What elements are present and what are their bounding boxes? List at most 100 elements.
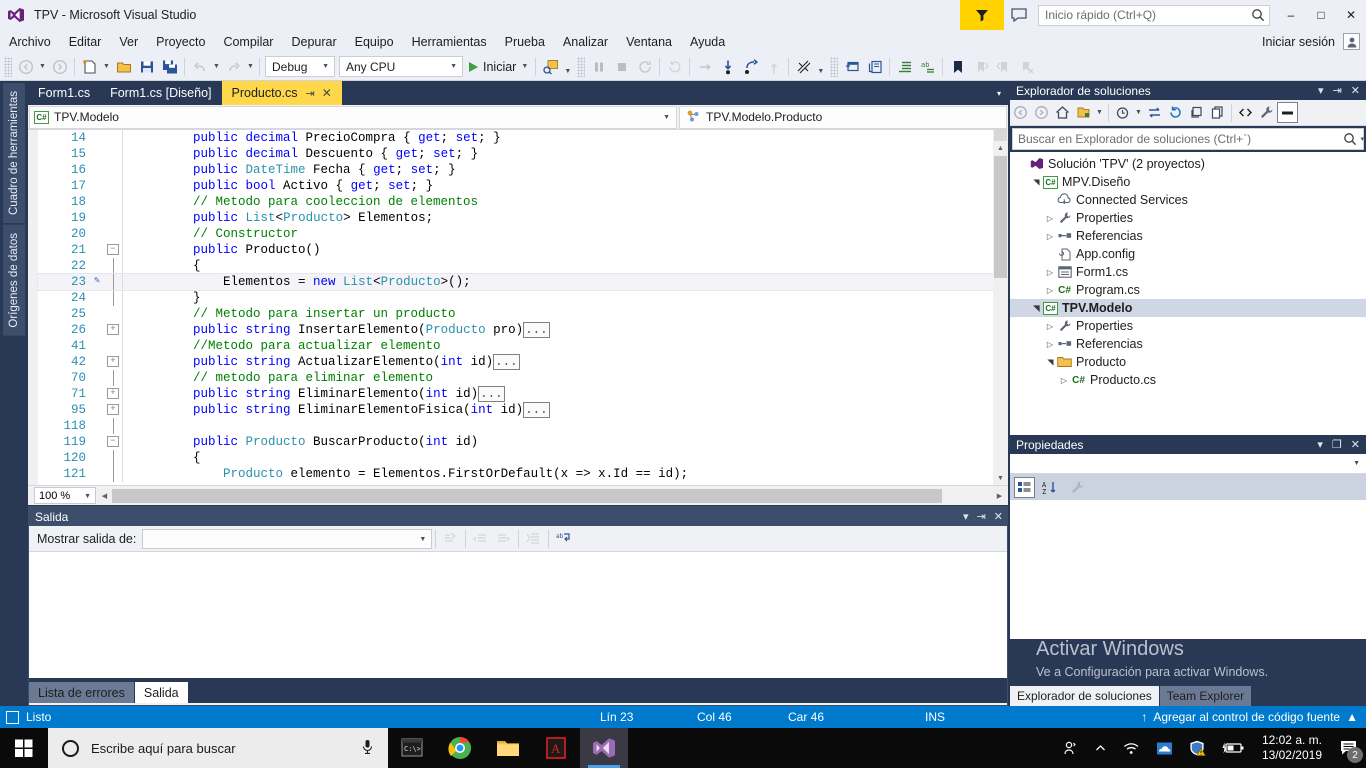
- type-combo[interactable]: TPV.Modelo.Producto: [679, 105, 1007, 129]
- step-into-icon[interactable]: [716, 56, 739, 78]
- quick-launch-input[interactable]: Inicio rápido (Ctrl+Q): [1038, 4, 1270, 26]
- code-line-row[interactable]: 17 public bool Activo { get; set; }: [38, 178, 1008, 194]
- code-line-row[interactable]: 121 Producto elemento = Elementos.FirstO…: [38, 466, 1008, 482]
- code-line-row[interactable]: 95 + public string EliminarElementoFisica…: [38, 402, 1008, 418]
- sidebar-tab-data-sources[interactable]: Orígenes de datos: [3, 225, 25, 336]
- splitter-handle[interactable]: [994, 130, 1007, 141]
- maximize-button[interactable]: □: [1306, 0, 1336, 30]
- pin-icon[interactable]: ⇥: [1333, 84, 1342, 97]
- pin-icon[interactable]: ⇥: [977, 510, 986, 523]
- tab-salida[interactable]: Salida: [134, 682, 188, 703]
- fold-toggle-icon[interactable]: +: [104, 386, 122, 402]
- code-text-line[interactable]: //Metodo para actualizar elemento: [123, 338, 1008, 354]
- code-editor[interactable]: 14 public decimal PrecioCompra { get; se…: [28, 130, 1008, 485]
- clear-all-icon[interactable]: [522, 528, 545, 550]
- close-icon[interactable]: ✕: [322, 86, 332, 100]
- close-button[interactable]: ✕: [1336, 0, 1366, 30]
- code-text-line[interactable]: public decimal PrecioCompra { get; set; …: [123, 130, 1008, 146]
- avatar[interactable]: [1343, 33, 1360, 50]
- code-text-line[interactable]: // Metodo para cooleccion de elementos: [123, 194, 1008, 210]
- new-window-icon[interactable]: [840, 56, 863, 78]
- taskbar-app-adobe-reader-icon[interactable]: A: [532, 728, 580, 768]
- code-text[interactable]: 14 public decimal PrecioCompra { get; se…: [37, 130, 1008, 485]
- taskbar-app-command-prompt-icon[interactable]: C:\>: [388, 728, 436, 768]
- undo-icon[interactable]: [188, 56, 211, 78]
- tree-item-referencias[interactable]: ▷ Referencias: [1010, 227, 1366, 245]
- collapsed-block[interactable]: ...: [523, 322, 550, 338]
- platform-combo[interactable]: Any CPU ▼: [339, 56, 463, 77]
- feedback-icon[interactable]: [1004, 0, 1034, 30]
- code-line-row[interactable]: 22 {: [38, 258, 1008, 274]
- code-text-line[interactable]: public List<Producto> Elementos;: [123, 210, 1008, 226]
- code-line-row[interactable]: 71 + public string EliminarElemento(int i…: [38, 386, 1008, 402]
- code-text-line[interactable]: public string EliminarElemento(int id)..…: [123, 386, 1008, 402]
- tree-item-producto[interactable]: ◢ Producto: [1010, 353, 1366, 371]
- expand-arrow-icon[interactable]: ▷: [1044, 268, 1056, 277]
- code-line-row[interactable]: 19 public List<Producto> Elementos;: [38, 210, 1008, 226]
- code-view-icon[interactable]: [1235, 102, 1256, 123]
- collapse-arrow-icon[interactable]: ◢: [1032, 176, 1041, 188]
- tree-item-soluci-n-tpv-2-proyectos[interactable]: Solución 'TPV' (2 proyectos): [1010, 155, 1366, 173]
- intellitrace-icon[interactable]: [792, 56, 815, 78]
- bookmark-icon[interactable]: [946, 56, 969, 78]
- scroll-down-icon[interactable]: ▼: [994, 472, 1007, 485]
- attach-to-process-icon[interactable]: [539, 56, 562, 78]
- menu-item-depurar[interactable]: Depurar: [282, 32, 345, 52]
- close-icon[interactable]: ✕: [1351, 84, 1360, 97]
- save-icon[interactable]: [135, 56, 158, 78]
- collapsed-block[interactable]: ...: [478, 386, 505, 402]
- status-source-control[interactable]: ↑ Agregar al control de código fuente ▲: [1141, 710, 1358, 724]
- chevron-down-icon[interactable]: ▼: [521, 63, 528, 70]
- code-text-line[interactable]: Producto elemento = Elementos.FirstOrDef…: [123, 466, 1008, 482]
- document-tab-producto-cs[interactable]: Producto.cs ⇥ ✕: [221, 81, 342, 105]
- pin-icon[interactable]: ⇥: [306, 87, 315, 100]
- step-out-icon[interactable]: [739, 56, 762, 78]
- code-line-row[interactable]: 24 }: [38, 290, 1008, 306]
- go-to-next-icon[interactable]: [492, 528, 515, 550]
- tree-item-tpv-modelo[interactable]: ◢ C# TPV.Modelo: [1010, 299, 1366, 317]
- output-text-area[interactable]: [29, 552, 1007, 678]
- toolbar-grip[interactable]: [4, 56, 12, 77]
- switch-views-icon[interactable]: [1073, 102, 1094, 123]
- filter-icon[interactable]: [960, 0, 1004, 30]
- code-text-line[interactable]: // metodo para eliminar elemento: [123, 370, 1008, 386]
- scroll-thumb[interactable]: [112, 488, 942, 503]
- menu-item-ventana[interactable]: Ventana: [617, 32, 681, 52]
- fold-toggle-icon[interactable]: +: [104, 354, 122, 370]
- wifi-icon[interactable]: [1115, 741, 1148, 755]
- code-line-row[interactable]: 25 // Metodo para insertar un producto: [38, 306, 1008, 322]
- code-text-line[interactable]: public string EliminarElementoFisica(int…: [123, 402, 1008, 418]
- people-icon[interactable]: [1054, 740, 1086, 756]
- code-line-row[interactable]: 119 − public Producto BuscarProducto(int …: [38, 434, 1008, 450]
- solution-explorer-search-input[interactable]: Buscar en Explorador de soluciones (Ctrl…: [1012, 128, 1364, 150]
- switch-views-dropdown-icon[interactable]: ▼: [1094, 102, 1105, 124]
- new-project-dropdown-icon[interactable]: ▼: [101, 56, 112, 78]
- action-center-icon[interactable]: 2: [1332, 728, 1366, 768]
- collapsed-block[interactable]: ...: [523, 402, 550, 418]
- refresh-icon[interactable]: [1165, 102, 1186, 123]
- document-tab-form1-cs-design[interactable]: Form1.cs [Diseño]: [100, 81, 222, 105]
- navigate-forward-icon[interactable]: [48, 56, 71, 78]
- expand-arrow-icon[interactable]: ▷: [1044, 214, 1056, 223]
- fold-toggle-icon[interactable]: +: [104, 322, 122, 338]
- battery-charging-icon[interactable]: [1214, 741, 1252, 755]
- code-line-row[interactable]: 14 public decimal PrecioCompra { get; se…: [38, 130, 1008, 146]
- forward-icon[interactable]: [1031, 102, 1052, 123]
- clear-bookmarks-icon[interactable]: [1015, 56, 1038, 78]
- code-text-line[interactable]: {: [123, 258, 1008, 274]
- start-debug-button[interactable]: Iniciar ▼: [465, 56, 532, 78]
- window-dropdown-icon[interactable]: ▾: [963, 510, 969, 523]
- code-text-line[interactable]: {: [123, 450, 1008, 466]
- menu-item-archivo[interactable]: Archivo: [0, 32, 60, 52]
- collapse-all-icon[interactable]: [1186, 102, 1207, 123]
- code-line-row[interactable]: 42 + public string ActualizarElemento(int…: [38, 354, 1008, 370]
- window-dropdown-icon[interactable]: ▾: [1317, 438, 1323, 451]
- toolbar-grip[interactable]: [830, 56, 839, 77]
- pause-icon[interactable]: [587, 56, 610, 78]
- editor-horizontal-scrollbar[interactable]: ◀ ▶: [98, 487, 1006, 504]
- show-hidden-icons-chevron[interactable]: [1086, 742, 1115, 755]
- code-text-line[interactable]: public Producto(): [123, 242, 1008, 258]
- namespace-combo[interactable]: C# TPV.Modelo ▼: [29, 105, 677, 129]
- taskbar-clock[interactable]: 12:02 a. m. 13/02/2019: [1252, 733, 1332, 763]
- tree-item-connected-services[interactable]: Connected Services: [1010, 191, 1366, 209]
